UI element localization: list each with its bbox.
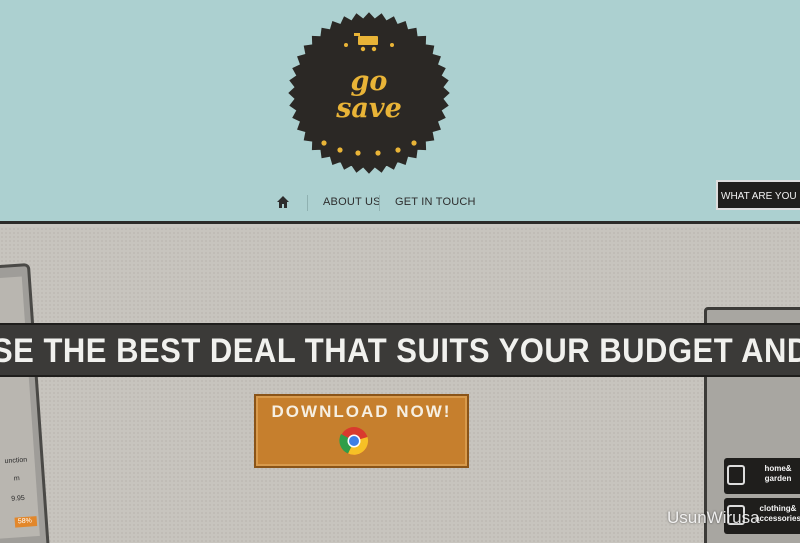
- left-phone-mockup: unction m 9.95 58%: [0, 262, 51, 543]
- logo-wordmark: go save: [336, 66, 402, 124]
- nav-divider: [379, 195, 380, 211]
- star-icon: [411, 140, 417, 146]
- banner-headline: SE THE BEST DEAL THAT SUITS YOUR BUDGET …: [0, 330, 800, 371]
- hero-banner: SE THE BEST DEAL THAT SUITS YOUR BUDGET …: [0, 323, 800, 377]
- category-home-garden[interactable]: home& garden: [724, 458, 800, 494]
- watermark: UsunWirusa: [667, 508, 760, 527]
- download-button[interactable]: DOWNLOAD NOW!: [254, 394, 469, 468]
- mockup-text: m: [13, 475, 20, 483]
- nav-get-in-touch[interactable]: GET IN TOUCH: [395, 196, 476, 208]
- star-icon: [337, 147, 343, 153]
- download-label: DOWNLOAD NOW!: [271, 402, 452, 421]
- site-header: go save ABOUT US GET IN TOUCH: [0, 0, 800, 224]
- hero-section: unction m 9.95 58% SE THE BEST DEAL THAT…: [0, 227, 800, 543]
- mockup-discount-tag: 58%: [14, 516, 38, 528]
- mockup-text: unction: [4, 456, 28, 466]
- nav-about-us[interactable]: ABOUT US: [323, 196, 381, 208]
- star-icon: [355, 150, 361, 156]
- star-icon: [321, 140, 327, 146]
- main-nav: ABOUT US GET IN TOUCH: [0, 192, 800, 214]
- category-prompt: WHAT ARE YOU: [716, 180, 800, 210]
- nav-divider: [307, 195, 308, 211]
- home-garden-icon: [727, 465, 745, 485]
- left-phone-screen: unction m 9.95 58%: [0, 276, 40, 540]
- chrome-icon: [339, 427, 369, 455]
- home-icon[interactable]: [276, 195, 290, 209]
- mockup-price: 9.95: [10, 494, 26, 503]
- star-icon: [375, 150, 381, 156]
- star-icon: [395, 147, 401, 153]
